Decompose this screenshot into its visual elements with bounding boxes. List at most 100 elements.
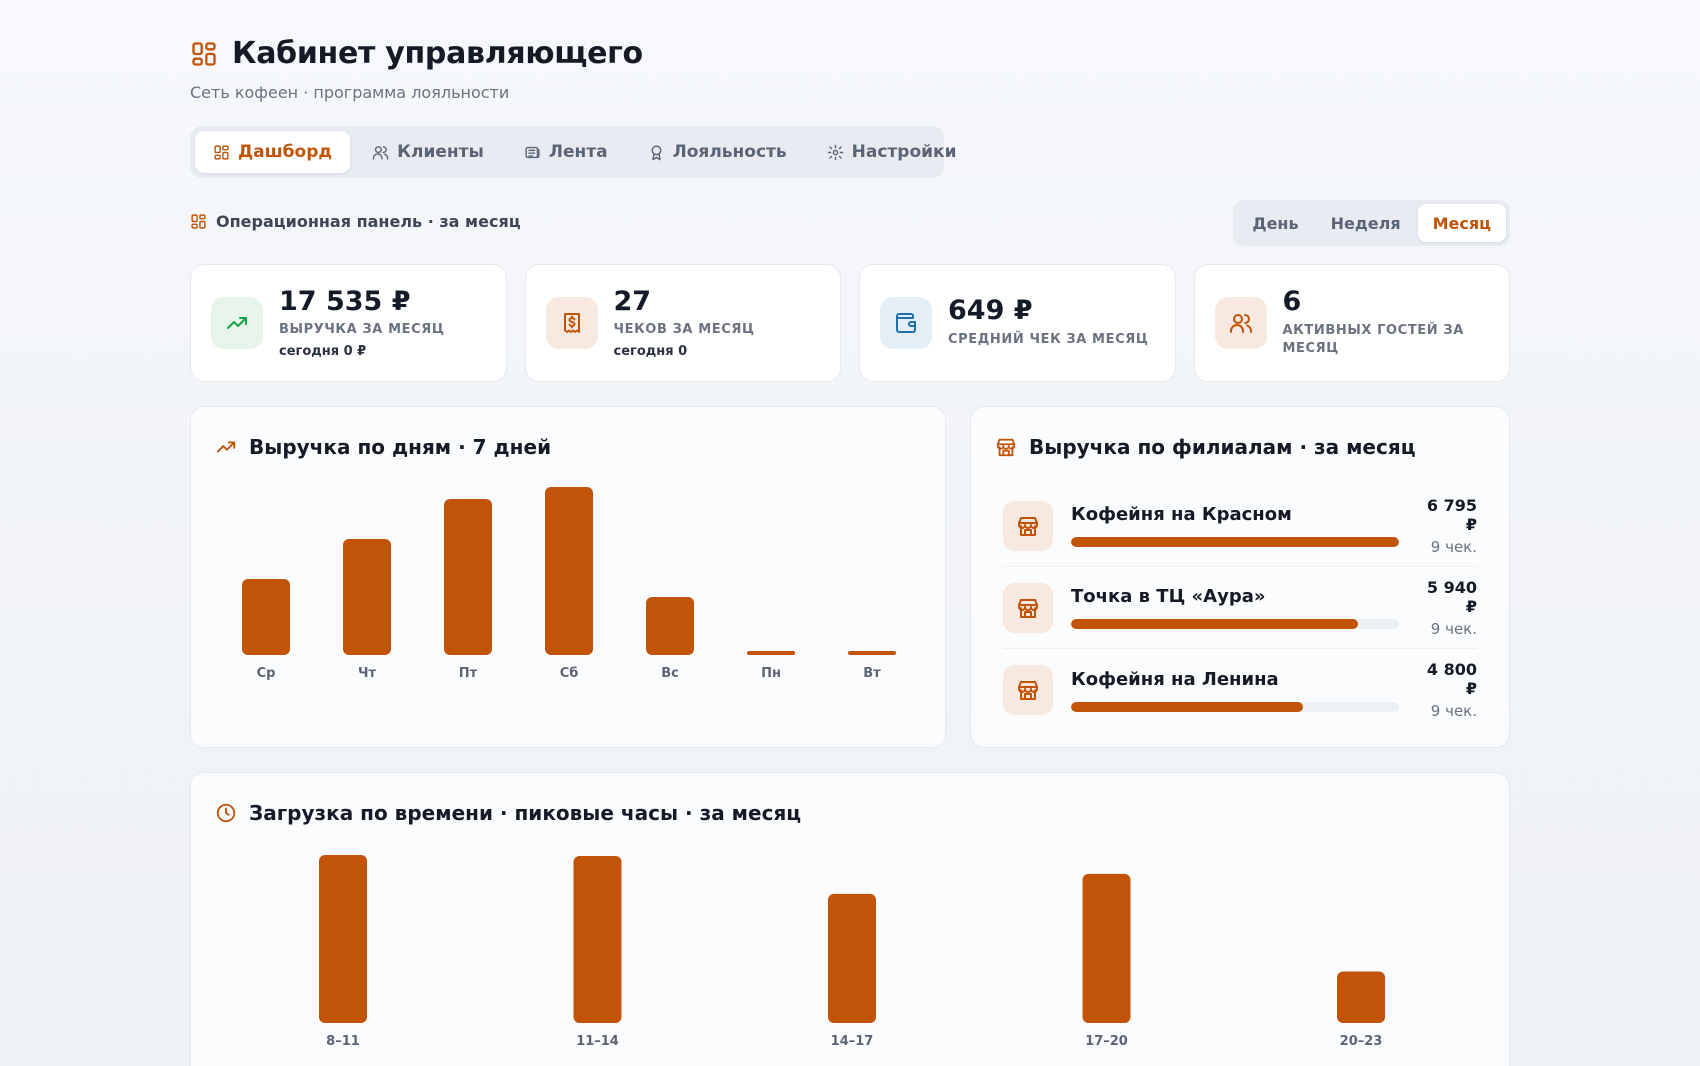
branch-bar-fill	[1071, 701, 1303, 712]
kpi-icon-box	[880, 297, 932, 349]
feed-icon	[525, 146, 540, 158]
kpi-value: 6	[1282, 285, 1302, 317]
tab-label: Лента	[548, 142, 608, 162]
tab-loyalty[interactable]: Лояльность	[630, 131, 805, 173]
kpi-sub: сегодня 0	[613, 344, 688, 360]
kpi-label: Выручка за месяц	[279, 322, 445, 338]
revenue-by-branch-panel: Выручка по филиалам · за месяц Кофейня н…	[970, 406, 1510, 748]
page-title: Кабинет управляющего	[232, 36, 643, 71]
kpi-card-revenue: 17 535 ₽ Выручка за месяц сегодня 0 ₽	[190, 264, 507, 382]
branch-amount: 5 940 ₽	[1426, 577, 1477, 616]
branch-chart-title: Выручка по филиалам · за месяц	[1029, 435, 1416, 459]
kpi-sub: сегодня 0 ₽	[279, 344, 367, 360]
chart-bar[interactable]	[444, 499, 492, 655]
tab-feed[interactable]: Лента	[506, 131, 626, 173]
period-switch: День Неделя Месяц	[1233, 200, 1510, 246]
wallet-icon	[896, 313, 916, 333]
tab-label: Дашборд	[238, 142, 333, 162]
branch-row[interactable]: Точка в ТЦ «Аура» 5 940 ₽ 9 чек.	[1003, 567, 1477, 649]
branch-name: Кофейня на Красном	[1071, 504, 1292, 525]
period-month-button[interactable]: Месяц	[1417, 204, 1506, 242]
branch-row[interactable]: Кофейня на Ленина 4 800 ₽ 9 чек.	[1003, 649, 1477, 731]
branch-checks: 9 чек.	[1430, 619, 1477, 638]
period-day-button[interactable]: День	[1237, 204, 1313, 242]
chart-bar[interactable]	[848, 651, 896, 655]
kpi-icon-box	[1214, 297, 1267, 349]
chart-bar[interactable]	[747, 651, 795, 655]
branch-list: Кофейня на Красном 6 795 ₽ 9 чек. Точка …	[1003, 485, 1477, 731]
hourly-load-bar-chart: 8–11 11–14 14–17 17–20 20–23	[319, 855, 1385, 1049]
chart-bar[interactable]	[319, 855, 367, 1023]
chart-tick-label: 17–20	[1085, 1034, 1128, 1049]
kpi-icon-box	[211, 297, 263, 349]
chart-bar[interactable]	[646, 597, 694, 655]
branch-name: Точка в ТЦ «Аура»	[1071, 586, 1266, 607]
page-header: Кабинет управляющего	[190, 36, 643, 71]
kpi-row: 17 535 ₽ Выручка за месяц сегодня 0 ₽ 27…	[190, 264, 1510, 382]
chart-tick-label: Пн	[761, 666, 781, 681]
tab-label: Клиенты	[397, 142, 484, 162]
chart-bar[interactable]	[545, 487, 593, 655]
dashboard-icon	[191, 214, 206, 229]
tab-label: Лояльность	[672, 142, 787, 162]
branch-checks: 9 чек.	[1430, 702, 1477, 720]
award-icon	[651, 144, 662, 160]
panel-title: Выручка по филиалам · за месяц	[995, 435, 1416, 459]
section-title: Операционная панель · за месяц	[216, 212, 521, 231]
branch-bar-track	[1071, 619, 1399, 629]
chart-bar[interactable]	[242, 579, 290, 655]
chart-bar[interactable]	[1337, 971, 1385, 1023]
kpi-value: 27	[613, 285, 652, 317]
chart-bar[interactable]	[1082, 873, 1131, 1023]
store-icon	[1018, 598, 1038, 618]
branch-amount: 4 800 ₽	[1426, 660, 1477, 698]
chart-tick-label: 20–23	[1340, 1034, 1383, 1049]
users-icon	[372, 145, 389, 160]
branch-amount: 6 795 ₽	[1426, 495, 1477, 534]
tab-label: Настройки	[851, 142, 957, 162]
trending-up-icon	[227, 317, 247, 329]
branch-icon-box	[1003, 582, 1053, 633]
store-icon	[996, 438, 1016, 457]
kpi-label: Чеков за месяц	[613, 322, 755, 338]
main-tabs: Дашборд Клиенты Лента Лояльность Настрой…	[190, 126, 957, 178]
dashboard-icon	[214, 144, 229, 160]
chart-bar[interactable]	[828, 893, 876, 1023]
kpi-label: Средний чек за месяц	[948, 331, 1149, 347]
store-icon	[1018, 516, 1038, 536]
section-heading: Операционная панель · за месяц	[190, 212, 521, 231]
revenue-bar-chart: Ср Чт Пт Сб Вс Пн Вт	[242, 487, 896, 681]
tab-settings[interactable]: Настройки	[809, 131, 975, 173]
chart-bar[interactable]	[573, 856, 622, 1023]
branch-bar-fill	[1071, 619, 1358, 629]
kpi-card-active-guests: 6 Активных гостей за месяц	[1193, 264, 1510, 382]
page-subtitle: Сеть кофеен · программа лояльности	[190, 83, 510, 102]
hourly-load-panel: Загрузка по времени · пиковые часы · за …	[190, 772, 1510, 1066]
chart-tick-label: 14–17	[831, 1034, 874, 1049]
period-week-button[interactable]: Неделя	[1316, 204, 1416, 242]
gear-icon	[827, 144, 843, 160]
kpi-card-checks: 27 Чеков за месяц сегодня 0	[524, 264, 841, 382]
chart-tick-label: Сб	[560, 666, 579, 681]
chart-tick-label: 11–14	[576, 1034, 619, 1049]
branch-icon-box	[1003, 500, 1053, 551]
branch-bar-track	[1071, 537, 1399, 547]
branch-name: Кофейня на Ленина	[1071, 668, 1279, 690]
chart-tick-label: Вт	[863, 666, 881, 681]
dashboard-icon	[192, 41, 216, 66]
tab-clients[interactable]: Клиенты	[354, 131, 502, 173]
chart-tick-label: Чт	[358, 666, 377, 681]
store-icon	[1018, 681, 1038, 700]
chart-bar[interactable]	[343, 539, 391, 655]
chart-tick-label: Пт	[459, 666, 478, 681]
users-icon	[1229, 314, 1252, 333]
branch-row[interactable]: Кофейня на Красном 6 795 ₽ 9 чек.	[1003, 485, 1477, 567]
chart-tick-label: Ср	[257, 666, 276, 681]
kpi-icon-box	[545, 297, 598, 349]
receipt-icon	[563, 313, 580, 333]
kpi-card-average-check: 649 ₽ Средний чек за месяц	[859, 264, 1176, 382]
chart-tick-label: Вс	[661, 666, 679, 681]
branch-bar-track	[1071, 701, 1399, 712]
tab-dashboard[interactable]: Дашборд	[195, 131, 351, 173]
chart-tick-label: 8–11	[326, 1034, 360, 1049]
